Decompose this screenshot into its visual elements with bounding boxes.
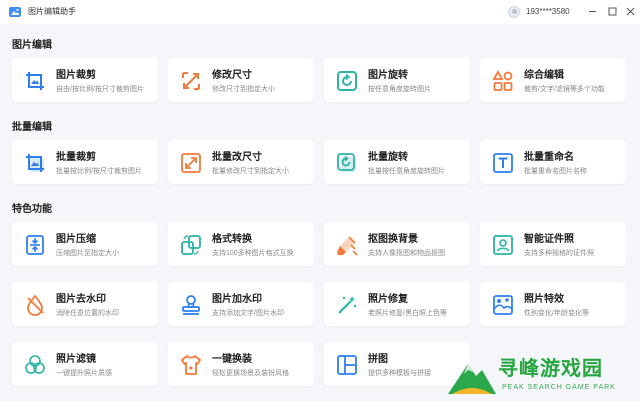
- card-rotate[interactable]: 图片旋转 按任意角度旋转图片: [324, 58, 470, 102]
- card-title: 图片去水印: [56, 294, 106, 305]
- card-combo-edit[interactable]: 综合编辑 裁剪/文字/滤镜等多个功能: [480, 58, 626, 102]
- filter-circles-icon: [24, 354, 46, 376]
- card-desc: 轻松更换场景及装扮风格: [212, 370, 289, 377]
- app-title: 图片编辑助手: [28, 7, 76, 16]
- card-batch-rename[interactable]: 批量重命名 批量重命名图片名称: [480, 140, 626, 184]
- crop-icon: [24, 70, 46, 92]
- rotate-icon: [336, 70, 358, 92]
- card-title: 批量改尺寸: [212, 152, 262, 163]
- avatar[interactable]: [508, 6, 520, 18]
- eraser-icon: [336, 234, 358, 256]
- card-desc: 裁剪/文字/滤镜等多个功能: [524, 86, 605, 93]
- card-desc: 支持添加文字/图片水印: [212, 310, 284, 317]
- card-title: 批量重命名: [524, 152, 574, 163]
- card-title: 综合编辑: [524, 70, 564, 81]
- card-desc: 压缩图片至指定大小: [56, 250, 119, 257]
- shirt-icon: [180, 354, 202, 376]
- batch-rotate-icon: [336, 152, 358, 174]
- card-title: 拼图: [368, 354, 388, 365]
- watermark-text: 寻峰游戏园: [498, 358, 603, 380]
- convert-icon: [180, 234, 202, 256]
- card-title: 一键换装: [212, 354, 252, 365]
- maximize-button[interactable]: [605, 4, 619, 18]
- card-id-photo[interactable]: 智能证件照 支持多种规格的证件照: [480, 222, 626, 266]
- card-cutout-background[interactable]: 抠图换背景 支持人像抠图和物品抠图: [324, 222, 470, 266]
- card-desc: 性别变化/年龄变化等: [524, 310, 589, 317]
- card-desc: 按任意角度旋转图片: [368, 86, 431, 93]
- card-desc: 老照片修复/黑白照上色等: [368, 310, 447, 317]
- card-title: 批量旋转: [368, 152, 408, 163]
- stamp-icon: [180, 294, 202, 316]
- card-resize[interactable]: 修改尺寸 修改尺寸到指定大小: [168, 58, 314, 102]
- username[interactable]: 193****3580: [526, 7, 570, 16]
- face-effect-icon: [492, 294, 514, 316]
- section-title-image-edit: 图片编辑: [12, 40, 52, 51]
- mountain-logo-icon: [446, 356, 498, 396]
- watermark-subtext: PEAK SEARCH GAME PARK: [502, 384, 616, 391]
- app-logo-icon: [8, 5, 22, 19]
- card-desc: 支持100多种图片格式互换: [212, 250, 294, 257]
- card-compress[interactable]: 图片压缩 压缩图片至指定大小: [12, 222, 158, 266]
- card-title: 抠图换背景: [368, 234, 418, 245]
- card-title: 图片压缩: [56, 234, 96, 245]
- card-desc: 批量修改尺寸到指定大小: [212, 168, 289, 175]
- site-watermark: 寻峰游戏园 PEAK SEARCH GAME PARK: [440, 350, 640, 401]
- card-photo-effects[interactable]: 照片特效 性别变化/年龄变化等: [480, 282, 626, 326]
- card-photo-repair[interactable]: 照片修复 老照片修复/黑白照上色等: [324, 282, 470, 326]
- card-desc: 提供多种模板与拼接: [368, 370, 431, 377]
- card-desc: 一键提升照片质感: [56, 370, 112, 377]
- card-batch-rotate[interactable]: 批量旋转 批量按任意角度旋转图片: [324, 140, 470, 184]
- close-button[interactable]: [623, 4, 637, 18]
- card-desc: 批量按任意角度旋转图片: [368, 168, 445, 175]
- card-title: 批量裁剪: [56, 152, 96, 163]
- compress-icon: [24, 234, 46, 256]
- card-title: 图片裁剪: [56, 70, 96, 81]
- card-desc: 批量按比例/按尺寸裁剪图片: [56, 168, 142, 175]
- card-title: 图片旋转: [368, 70, 408, 81]
- card-desc: 消除任意位置的水印: [56, 310, 119, 317]
- close-icon: [626, 7, 634, 15]
- card-image-crop[interactable]: 图片裁剪 自由/按比例/按尺寸裁剪图片: [12, 58, 158, 102]
- section-title-batch-edit: 批量编辑: [12, 122, 52, 133]
- minimize-icon: [588, 10, 596, 12]
- card-title: 照片特效: [524, 294, 564, 305]
- card-add-watermark[interactable]: 图片加水印 支持添加文字/图片水印: [168, 282, 314, 326]
- card-title: 格式转换: [212, 234, 252, 245]
- collage-grid-icon: [336, 354, 358, 376]
- card-title: 修改尺寸: [212, 70, 252, 81]
- card-batch-resize[interactable]: 批量改尺寸 批量修改尺寸到指定大小: [168, 140, 314, 184]
- batch-crop-icon: [24, 152, 46, 174]
- card-desc: 修改尺寸到指定大小: [212, 86, 275, 93]
- resize-arrows-icon: [180, 70, 202, 92]
- card-batch-crop[interactable]: 批量裁剪 批量按比例/按尺寸裁剪图片: [12, 140, 158, 184]
- magic-wand-icon: [336, 294, 358, 316]
- text-t-icon: [492, 152, 514, 174]
- title-bar: 图片编辑助手 193****3580: [0, 0, 640, 24]
- minimize-button[interactable]: [585, 4, 599, 18]
- card-desc: 支持人像抠图和物品抠图: [368, 250, 445, 257]
- card-remove-watermark[interactable]: 图片去水印 消除任意位置的水印: [12, 282, 158, 326]
- card-title: 图片加水印: [212, 294, 262, 305]
- id-photo-icon: [492, 234, 514, 256]
- maximize-icon: [608, 7, 616, 15]
- card-photo-filter[interactable]: 照片滤镜 一键提升照片质感: [12, 342, 158, 386]
- shapes-icon: [492, 70, 514, 92]
- batch-resize-icon: [180, 152, 202, 174]
- card-format-convert[interactable]: 格式转换 支持100多种图片格式互换: [168, 222, 314, 266]
- card-title: 照片修复: [368, 294, 408, 305]
- card-title: 智能证件照: [524, 234, 574, 245]
- card-desc: 支持多种规格的证件照: [524, 250, 594, 257]
- card-title: 照片滤镜: [56, 354, 96, 365]
- section-title-features: 特色功能: [12, 204, 52, 215]
- card-desc: 自由/按比例/按尺寸裁剪图片: [56, 86, 144, 93]
- drop-icon: [24, 294, 46, 316]
- card-outfit-change[interactable]: 一键换装 轻松更换场景及装扮风格: [168, 342, 314, 386]
- card-desc: 批量重命名图片名称: [524, 168, 587, 175]
